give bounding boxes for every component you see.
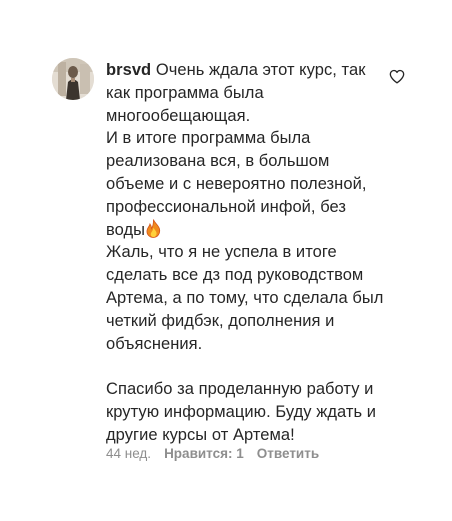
avatar[interactable]	[52, 58, 94, 100]
heart-outline-icon[interactable]	[389, 69, 405, 84]
comment: brsvd Очень ждала этот курс, так как про…	[0, 0, 452, 521]
comment-meta: 44 нед. Нравится: 1 Ответить	[106, 446, 319, 462]
fire-emoji-icon	[146, 218, 161, 238]
likes-count-button[interactable]: Нравится: 1	[164, 446, 244, 462]
username-link[interactable]: brsvd	[106, 61, 151, 79]
avatar-photo	[52, 58, 94, 100]
comment-text-part1: Очень ждала этот курс, так как программа…	[106, 61, 367, 239]
comment-text-part2: Жаль, что я не успела в итоге сделать вс…	[106, 243, 384, 444]
reply-button[interactable]: Ответить	[257, 446, 319, 462]
comment-body: brsvd Очень ждала этот курс, так как про…	[106, 59, 388, 447]
timestamp[interactable]: 44 нед.	[106, 446, 151, 462]
